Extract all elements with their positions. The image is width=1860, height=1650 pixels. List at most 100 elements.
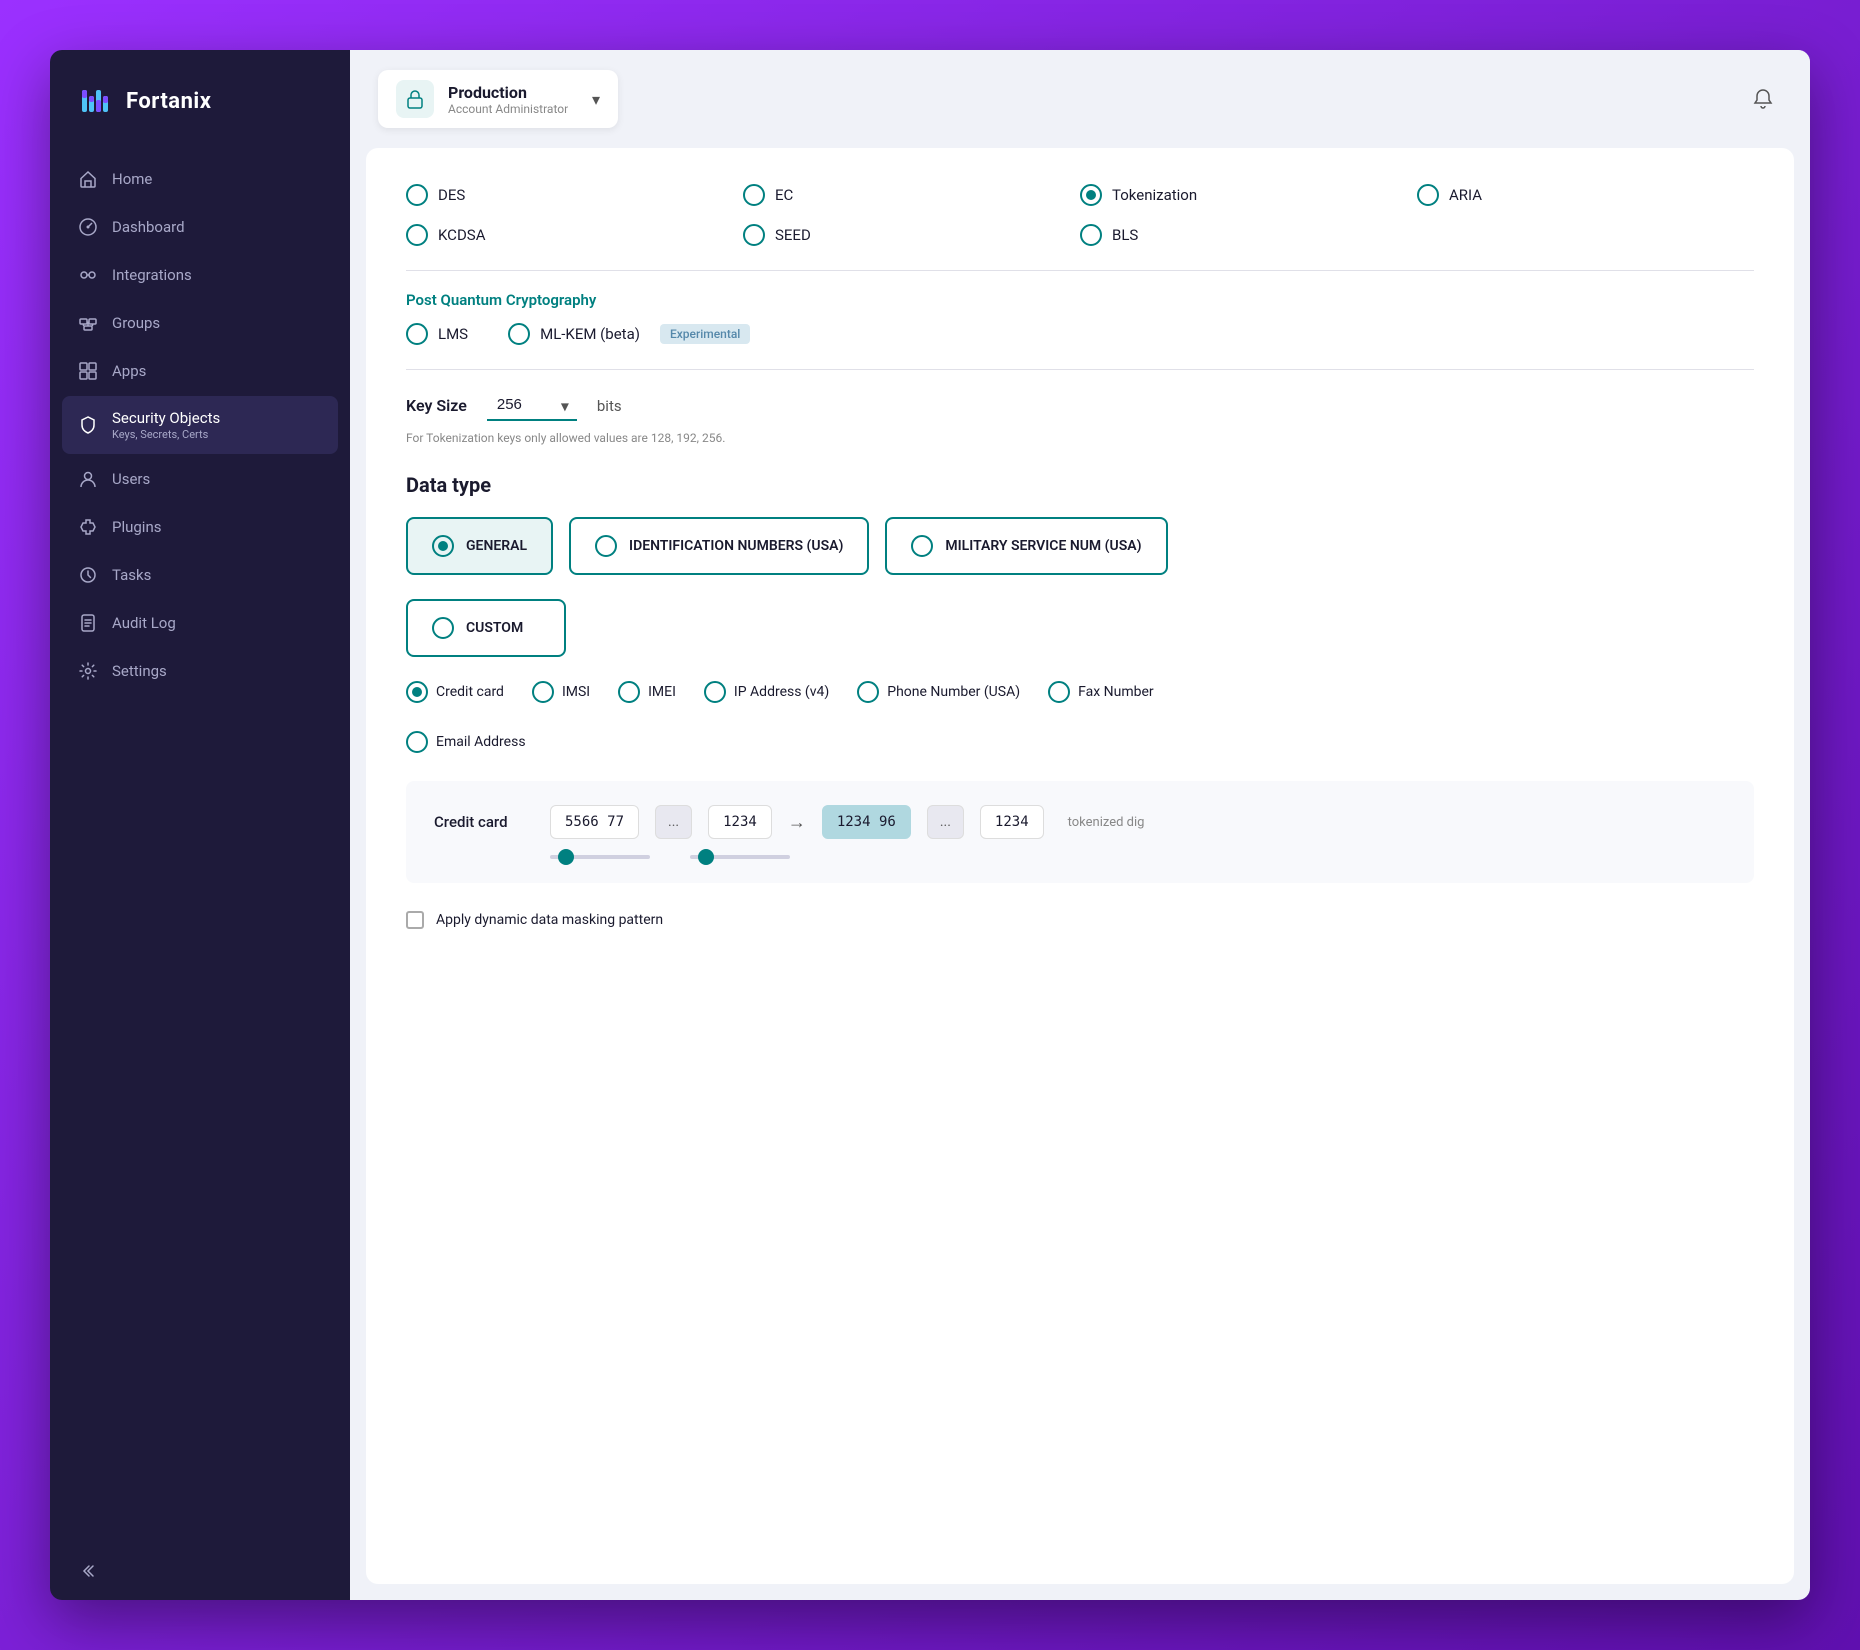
integrations-icon (78, 265, 98, 285)
sidebar-item-groups[interactable]: Groups (62, 300, 338, 346)
algo-label-aria: ARIA (1449, 186, 1482, 204)
algo-option-bls[interactable]: BLS (1080, 224, 1417, 246)
sidebar-item-label-plugins: Plugins (112, 518, 322, 536)
slider-thumb-2[interactable] (698, 849, 714, 865)
algo-option-tokenization[interactable]: Tokenization (1080, 184, 1417, 206)
notification-button[interactable] (1744, 80, 1782, 118)
divider-2 (406, 369, 1754, 370)
pqc-option-lms[interactable]: LMS (406, 323, 468, 345)
account-name: Production (448, 83, 578, 102)
cc-preview-label: Credit card (434, 813, 534, 831)
algo-option-aria[interactable]: ARIA (1417, 184, 1754, 206)
dashboard-icon (78, 217, 98, 237)
cc-slider-2[interactable] (690, 855, 790, 859)
radio-seed (743, 224, 765, 246)
algorithm-grid: DES EC Tokenization ARIA KCDSA (406, 184, 1754, 246)
sidebar-item-integrations[interactable]: Integrations (62, 252, 338, 298)
sidebar: Fortanix Home Dashboard (50, 50, 350, 1600)
chevron-down-icon: ▾ (592, 90, 600, 109)
sidebar-item-label-integrations: Integrations (112, 266, 322, 284)
algo-option-seed[interactable]: SEED (743, 224, 1080, 246)
radio-imsi (532, 681, 554, 703)
sidebar-item-settings[interactable]: Settings (62, 648, 338, 694)
sidebar-item-home[interactable]: Home (62, 156, 338, 202)
slider-thumb-1[interactable] (558, 849, 574, 865)
sidebar-item-dashboard[interactable]: Dashboard (62, 204, 338, 250)
masking-checkbox[interactable] (406, 911, 424, 929)
radio-tokenization (1080, 184, 1102, 206)
algo-option-des[interactable]: DES (406, 184, 743, 206)
radio-kcdsa (406, 224, 428, 246)
cc-tokenized-group2: 1234 (980, 805, 1044, 839)
token-option-fax-number[interactable]: Fax Number (1048, 681, 1154, 703)
algo-label-tokenization: Tokenization (1112, 186, 1197, 204)
cc-tokenized-group1: 1234 96 (822, 805, 911, 839)
cc-slider-1[interactable] (550, 855, 650, 859)
masking-label: Apply dynamic data masking pattern (436, 912, 663, 928)
algo-label-ec: EC (775, 186, 793, 204)
algo-option-kcdsa[interactable]: KCDSA (406, 224, 743, 246)
sidebar-item-apps[interactable]: Apps (62, 348, 338, 394)
collapse-icon (78, 1562, 96, 1580)
token-options: Credit card IMSI IMEI IP Address (v4) Ph… (406, 681, 1754, 703)
tasks-icon (78, 565, 98, 585)
token-label-imsi: IMSI (562, 684, 590, 700)
data-type-label-general: GENERAL (466, 538, 527, 554)
token-option-imei[interactable]: IMEI (618, 681, 676, 703)
radio-aria (1417, 184, 1439, 206)
sidebar-item-audit-log[interactable]: Audit Log (62, 600, 338, 646)
account-selector[interactable]: Production Account Administrator ▾ (378, 70, 618, 128)
groups-icon (78, 313, 98, 333)
sidebar-item-plugins[interactable]: Plugins (62, 504, 338, 550)
data-type-card-general[interactable]: GENERAL (406, 517, 553, 575)
key-size-select[interactable]: 128 192 256 (487, 390, 577, 421)
sidebar-item-label-dashboard: Dashboard (112, 218, 322, 236)
masking-row: Apply dynamic data masking pattern (406, 911, 1754, 929)
radio-phone-number (857, 681, 879, 703)
cc-tokenized-suffix: tokenized dig (1068, 815, 1145, 830)
main-content: Production Account Administrator ▾ (350, 50, 1810, 1600)
token-label-credit-card: Credit card (436, 684, 504, 700)
logo-text: Fortanix (126, 89, 211, 114)
token-option-email-address[interactable]: Email Address (406, 731, 1754, 753)
cc-original-group2: 1234 (708, 805, 772, 839)
sidebar-item-tasks[interactable]: Tasks (62, 552, 338, 598)
token-option-credit-card[interactable]: Credit card (406, 681, 504, 703)
sidebar-item-label-home: Home (112, 170, 322, 188)
data-type-label-military: MILITARY SERVICE NUM (USA) (945, 538, 1141, 554)
sidebar-footer (50, 1542, 350, 1600)
apps-icon (78, 361, 98, 381)
plugins-icon (78, 517, 98, 537)
algo-label-bls: BLS (1112, 226, 1138, 244)
key-size-hint: For Tokenization keys only allowed value… (406, 431, 1754, 445)
pqc-options: LMS ML-KEM (beta) Experimental (406, 323, 1754, 345)
data-type-label-custom: CUSTOM (466, 620, 523, 636)
pqc-section: Post Quantum Cryptography LMS ML-KEM (be… (406, 291, 1754, 345)
radio-ip-address (704, 681, 726, 703)
token-option-ip-address[interactable]: IP Address (v4) (704, 681, 829, 703)
sidebar-item-label-groups: Groups (112, 314, 322, 332)
cc-original-ellipsis: ... (655, 805, 692, 839)
cc-original-group1: 5566 77 (550, 805, 639, 839)
audit-icon (78, 613, 98, 633)
token-label-fax-number: Fax Number (1078, 684, 1154, 700)
sidebar-item-users[interactable]: Users (62, 456, 338, 502)
token-option-imsi[interactable]: IMSI (532, 681, 590, 703)
data-type-grid: GENERAL IDENTIFICATION NUMBERS (USA) MIL… (406, 517, 1754, 575)
data-type-card-identification[interactable]: IDENTIFICATION NUMBERS (USA) (569, 517, 869, 575)
token-option-phone-number[interactable]: Phone Number (USA) (857, 681, 1020, 703)
data-type-card-custom[interactable]: CUSTOM (406, 599, 566, 657)
key-size-bits: bits (597, 397, 622, 415)
credit-card-preview: Credit card 5566 77 ... 1234 → 1234 96 .… (406, 781, 1754, 883)
key-size-label: Key Size (406, 396, 467, 415)
collapse-button[interactable] (78, 1562, 322, 1580)
sidebar-item-security-objects[interactable]: Security Objects Keys, Secrets, Certs (62, 396, 338, 454)
data-type-card-military[interactable]: MILITARY SERVICE NUM (USA) (885, 517, 1167, 575)
radio-email-address (406, 731, 428, 753)
token-label-imei: IMEI (648, 684, 676, 700)
algo-option-ec[interactable]: EC (743, 184, 1080, 206)
radio-lms (406, 323, 428, 345)
email-address-row: Email Address (406, 731, 1754, 753)
key-size-row: Key Size 128 192 256 bits (406, 390, 1754, 421)
pqc-option-mlkem[interactable]: ML-KEM (beta) Experimental (508, 323, 750, 345)
